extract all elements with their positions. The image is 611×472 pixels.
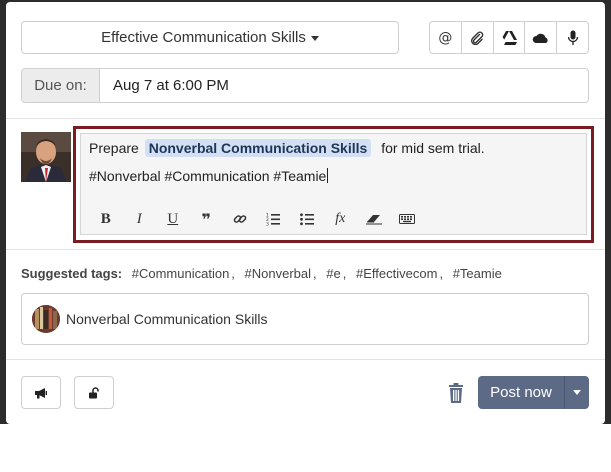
quote-button[interactable]: ❞ <box>190 208 224 230</box>
suggested-tag[interactable]: #Nonverbal <box>245 266 312 281</box>
bulleted-list-button[interactable] <box>290 208 324 230</box>
post-button-group: Post now <box>478 376 589 409</box>
italic-button[interactable]: I <box>123 208 157 230</box>
suggested-tags: Suggested tags: #Communication, #Nonverb… <box>21 266 502 281</box>
underline-button[interactable]: U <box>156 208 190 230</box>
attach-button[interactable] <box>460 21 493 54</box>
keyboard-button[interactable] <box>391 208 425 230</box>
format-toolbar: B I U ❞ 1 2 3 fx <box>89 208 424 230</box>
privacy-button[interactable] <box>74 376 114 409</box>
post-options-button[interactable] <box>565 376 589 409</box>
course-tag-box[interactable]: Nonverbal Communication Skills <box>21 293 589 345</box>
bulleted-list-icon <box>299 213 314 226</box>
megaphone-icon <box>35 387 48 398</box>
eraser-icon <box>365 215 382 225</box>
link-button[interactable] <box>223 208 257 230</box>
post-editor[interactable]: Prepare Nonverbal Communication Skills f… <box>80 133 587 235</box>
formula-icon: fx <box>335 211 346 226</box>
paperclip-icon <box>471 31 484 45</box>
divider <box>6 359 605 360</box>
formula-button[interactable]: fx <box>324 208 358 230</box>
editor-hashtags: #Nonverbal #Communication #Teamie <box>89 168 327 184</box>
editor-prefix: Prepare <box>89 140 139 156</box>
mention-button[interactable]: @ <box>429 21 461 54</box>
numbered-list-icon: 1 2 3 <box>266 213 281 227</box>
link-icon <box>233 215 247 223</box>
caret-down-icon <box>573 390 581 395</box>
due-date-field[interactable]: Due on: Aug 7 at 6:00 PM <box>21 68 589 103</box>
suggested-tag[interactable]: #e <box>326 266 340 281</box>
suggested-tag[interactable]: #Effectivecom <box>356 266 437 281</box>
group-select-label: Effective Communication Skills <box>101 29 306 46</box>
due-label: Due on: <box>22 69 100 102</box>
avatar <box>21 132 71 182</box>
group-select[interactable]: Effective Communication Skills <box>21 21 399 54</box>
suggested-tags-label: Suggested tags: <box>21 266 123 281</box>
numbered-list-button[interactable]: 1 2 3 <box>257 208 291 230</box>
bold-button[interactable]: B <box>89 208 123 230</box>
onedrive-button[interactable] <box>524 21 557 54</box>
announcement-button[interactable] <box>21 376 61 409</box>
quote-icon: ❞ <box>201 209 211 229</box>
underline-icon: U <box>167 210 179 227</box>
mention-chip[interactable]: Nonverbal Communication Skills <box>144 139 372 157</box>
editor-text-line: Prepare Nonverbal Communication Skills f… <box>89 139 485 157</box>
post-dialog: Effective Communication Skills @ Due on:… <box>6 2 605 424</box>
italic-icon: I <box>136 210 142 227</box>
mention-icon: @ <box>438 29 453 46</box>
keyboard-icon <box>399 214 416 224</box>
google-drive-button[interactable] <box>492 21 525 54</box>
divider <box>6 249 605 250</box>
google-drive-icon <box>502 30 517 45</box>
course-name: Nonverbal Communication Skills <box>66 311 268 327</box>
trash-icon[interactable] <box>445 382 467 404</box>
microphone-button[interactable] <box>556 21 589 54</box>
post-now-button[interactable]: Post now <box>478 376 565 409</box>
microphone-icon <box>567 30 578 45</box>
editor-suffix: for mid sem trial. <box>381 140 485 156</box>
onedrive-icon <box>532 33 548 43</box>
course-thumbnail <box>32 305 60 333</box>
text-cursor <box>327 168 329 183</box>
background-strip <box>0 424 611 472</box>
unlock-icon <box>89 386 99 398</box>
editor-hashtag-line: #Nonverbal #Communication #Teamie <box>89 168 329 184</box>
suggested-tag[interactable]: #Communication <box>132 266 230 281</box>
clear-format-button[interactable] <box>357 208 391 230</box>
divider <box>6 118 605 119</box>
suggested-tag[interactable]: #Teamie <box>453 266 502 281</box>
due-value[interactable]: Aug 7 at 6:00 PM <box>100 69 229 102</box>
attachment-toolbar: @ <box>429 21 589 54</box>
svg-text:3: 3 <box>266 222 269 227</box>
caret-down-icon <box>310 36 319 41</box>
bold-icon: B <box>100 210 111 227</box>
